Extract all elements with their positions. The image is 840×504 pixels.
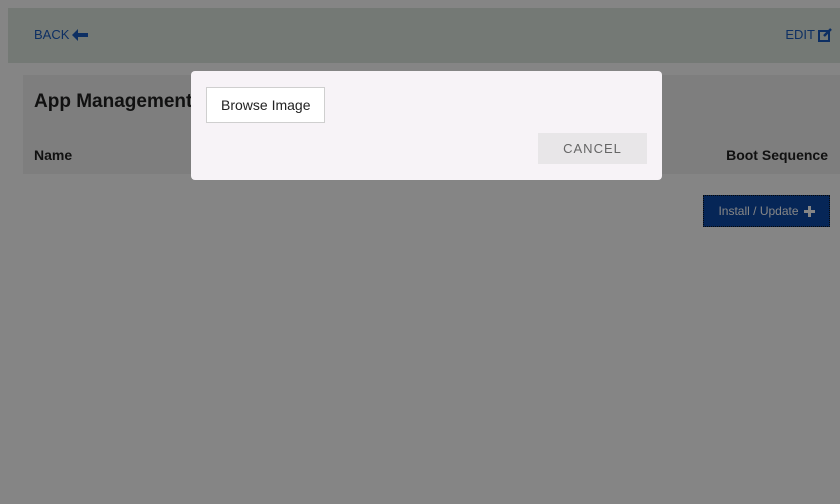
browse-image-dialog: Browse Image CANCEL bbox=[191, 71, 662, 180]
cancel-button[interactable]: CANCEL bbox=[538, 133, 647, 164]
browse-image-button[interactable]: Browse Image bbox=[206, 87, 326, 123]
